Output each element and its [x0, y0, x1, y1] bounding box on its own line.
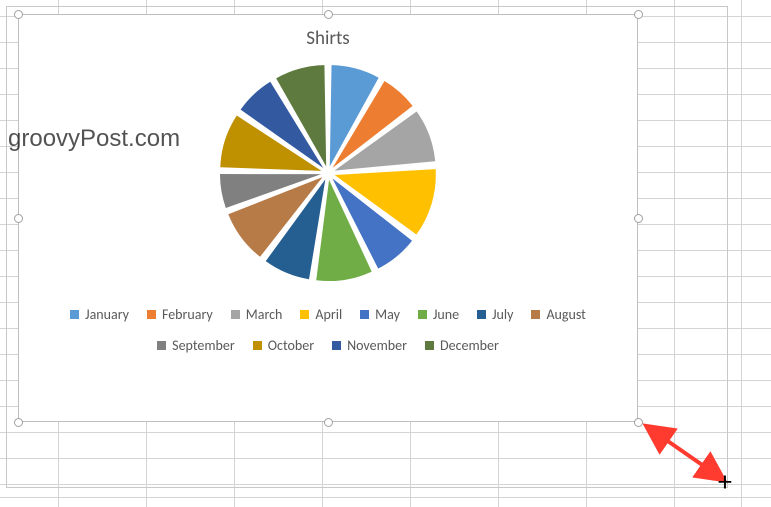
legend-item[interactable]: September [157, 337, 235, 354]
legend-label: May [375, 306, 400, 323]
chart-legend[interactable]: January February March April May June July Augu… [19, 288, 637, 354]
resize-handle-nw[interactable] [14, 10, 23, 19]
legend-label: March [246, 306, 283, 323]
legend-item[interactable]: March [231, 306, 283, 323]
legend-item[interactable]: May [360, 306, 400, 323]
legend-label: July [492, 306, 513, 323]
legend-label: September [172, 337, 235, 354]
resize-handle-sw[interactable] [14, 418, 23, 427]
legend-swatch [231, 310, 240, 319]
legend-item[interactable]: April [300, 306, 342, 323]
legend-swatch [360, 310, 369, 319]
legend-swatch [332, 341, 341, 350]
pie-plot-area[interactable] [19, 58, 637, 288]
legend-label: August [546, 306, 585, 323]
resize-handle-ne[interactable] [634, 10, 643, 19]
legend-item[interactable]: February [147, 306, 213, 323]
legend-label: October [268, 337, 314, 354]
legend-swatch [477, 310, 486, 319]
resize-handle-se[interactable] [634, 418, 643, 427]
legend-item[interactable]: November [332, 337, 407, 354]
legend-swatch [70, 310, 79, 319]
legend-swatch [253, 341, 262, 350]
legend-item[interactable]: June [418, 306, 459, 323]
legend-label: December [440, 337, 499, 354]
legend-label: February [162, 306, 213, 323]
legend-swatch [157, 341, 166, 350]
legend-label: January [85, 306, 129, 323]
chart-object[interactable]: Shirts JanuaryFebruaryMarchAprilMayJuneJ… [18, 14, 638, 422]
chart-title: Shirts [19, 15, 637, 50]
resize-handle-e[interactable] [634, 214, 643, 223]
legend-item[interactable]: December [425, 337, 499, 354]
resize-handle-w[interactable] [14, 214, 23, 223]
legend-swatch [147, 310, 156, 319]
resize-handle-n[interactable] [324, 10, 333, 19]
legend-swatch [531, 310, 540, 319]
legend-item[interactable]: January [70, 306, 129, 323]
legend-item[interactable]: July [477, 306, 513, 323]
legend-item[interactable]: August [531, 306, 585, 323]
legend-label: June [433, 306, 459, 323]
legend-label: November [347, 337, 407, 354]
legend-item[interactable]: October [253, 337, 314, 354]
pie-chart-svg [213, 58, 443, 288]
resize-handle-s[interactable] [324, 418, 333, 427]
resize-cursor-icon: + [718, 468, 732, 496]
legend-swatch [418, 310, 427, 319]
legend-swatch [300, 310, 309, 319]
legend-swatch [425, 341, 434, 350]
legend-label: April [315, 306, 342, 323]
